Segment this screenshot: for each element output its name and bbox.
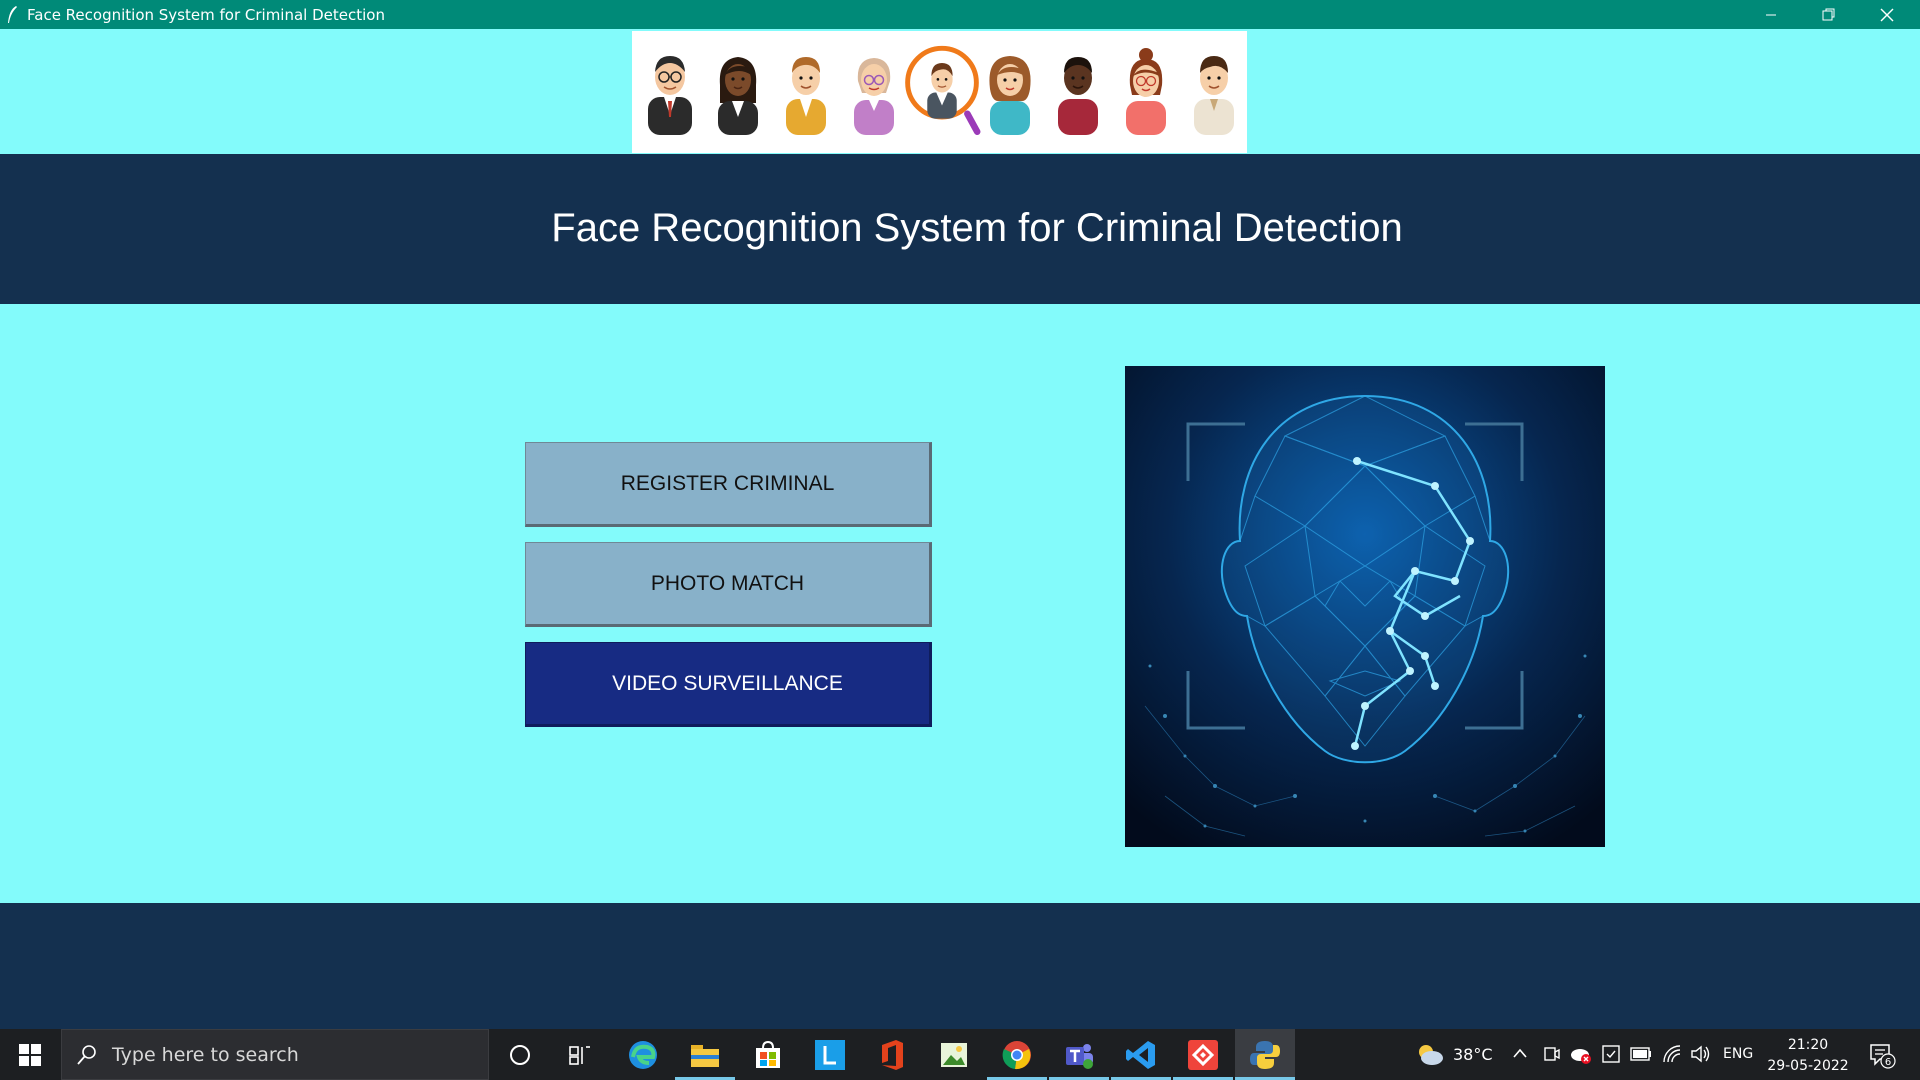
weather-icon: [1419, 1045, 1443, 1065]
onedrive-error-icon[interactable]: [1570, 1043, 1592, 1065]
edge-icon: [629, 1040, 657, 1069]
avatar-woman-curly-icon: [989, 56, 1031, 135]
avatar-man-glasses-icon: [648, 56, 692, 135]
python-button[interactable]: [1235, 1029, 1295, 1080]
teams-icon: [1066, 1043, 1093, 1069]
taskbar: Type here to search 38°C ENG 21:20 29-05…: [0, 1029, 1920, 1080]
page-title: Face Recognition System for Criminal Det…: [551, 206, 1403, 250]
avatar-banner: [632, 31, 1247, 153]
task-view-icon: [569, 1045, 590, 1065]
feather-icon: [8, 6, 17, 23]
minimize-icon: [1766, 14, 1776, 15]
cortana-button[interactable]: [490, 1029, 550, 1080]
image-viewer-button[interactable]: [924, 1029, 984, 1080]
volume-icon[interactable]: [1690, 1044, 1712, 1064]
task-view-button[interactable]: [550, 1029, 610, 1080]
office-icon: [882, 1039, 903, 1070]
vscode-button[interactable]: [1111, 1029, 1171, 1080]
restore-icon: [1822, 8, 1835, 20]
clock-time: 21:20: [1787, 1037, 1829, 1053]
store-icon: [756, 1040, 780, 1068]
magnifier-avatar-icon: [905, 45, 981, 135]
wifi-icon[interactable]: [1662, 1044, 1682, 1064]
avatar-man-vest-icon: [786, 57, 826, 135]
avatar-woman-bun-icon: [1126, 48, 1166, 135]
minimize-button[interactable]: [1742, 0, 1800, 29]
title-bar: Face Recognition System for Criminal Det…: [0, 0, 1920, 29]
meet-now-icon[interactable]: [1543, 1044, 1561, 1064]
photo-match-button[interactable]: PHOTO MATCH: [525, 542, 932, 627]
close-icon: [1880, 8, 1894, 21]
notification-count: 6: [1885, 1057, 1891, 1068]
search-placeholder: Type here to search: [112, 1043, 299, 1066]
chrome-button[interactable]: [987, 1029, 1047, 1080]
anydesk-button[interactable]: [1173, 1029, 1233, 1080]
launcher-l-button[interactable]: [800, 1029, 860, 1080]
file-explorer-icon: [691, 1044, 719, 1067]
restore-button[interactable]: [1800, 0, 1858, 29]
close-button[interactable]: [1858, 0, 1916, 29]
weather-temperature[interactable]: 38°C: [1453, 1045, 1493, 1064]
avatar-man-dark-icon: [1058, 57, 1098, 135]
store-button[interactable]: [738, 1029, 798, 1080]
edge-button[interactable]: [613, 1029, 673, 1080]
header-band: Face Recognition System for Criminal Det…: [0, 154, 1920, 304]
face-mesh-illustration: [1125, 366, 1605, 847]
file-explorer-button[interactable]: [675, 1029, 735, 1080]
clock[interactable]: 21:20 29-05-2022: [1762, 1035, 1854, 1077]
battery-icon[interactable]: [1630, 1047, 1652, 1061]
window-title: Face Recognition System for Criminal Det…: [27, 6, 385, 24]
register-criminal-button[interactable]: REGISTER CRIMINAL: [525, 442, 932, 527]
teams-button[interactable]: [1049, 1029, 1109, 1080]
language-indicator[interactable]: ENG: [1723, 1046, 1753, 1062]
avatar-man-beige-icon: [1194, 56, 1234, 135]
windows-logo-icon: [19, 1043, 41, 1066]
image-viewer-icon: [941, 1042, 967, 1067]
vscode-icon: [1126, 1040, 1155, 1069]
chevron-up-icon[interactable]: [1512, 1046, 1528, 1060]
start-button[interactable]: [0, 1029, 60, 1080]
security-icon[interactable]: [1601, 1044, 1621, 1064]
footer-band: [0, 903, 1920, 1029]
notification-center-icon[interactable]: 6: [1868, 1041, 1896, 1069]
taskbar-search-box[interactable]: Type here to search: [61, 1029, 489, 1080]
office-button[interactable]: [862, 1029, 922, 1080]
avatar-woman-dark-icon: [718, 57, 758, 135]
cortana-icon: [510, 1044, 530, 1065]
launcher-l-icon: [815, 1039, 845, 1070]
chrome-icon: [1002, 1040, 1031, 1069]
avatar-older-woman-icon: [854, 58, 894, 135]
python-icon: [1250, 1040, 1280, 1069]
video-surveillance-button[interactable]: VIDEO SURVEILLANCE: [525, 642, 932, 727]
search-icon: [77, 1044, 96, 1065]
clock-date: 29-05-2022: [1767, 1058, 1849, 1074]
anydesk-icon: [1188, 1039, 1218, 1070]
